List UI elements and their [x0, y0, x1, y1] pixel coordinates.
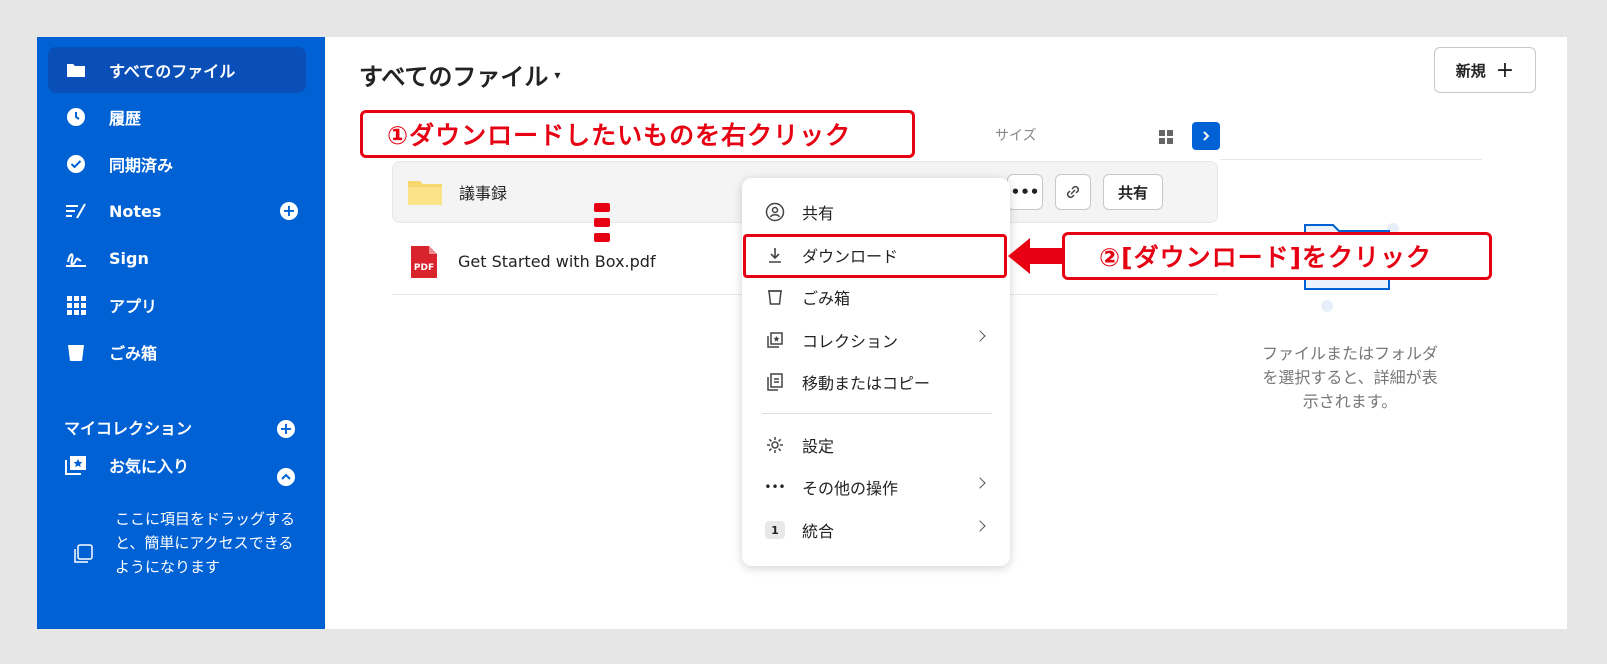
- menu-item-collection[interactable]: コレクション: [742, 320, 1010, 360]
- row-actions: ••• 共有: [1007, 174, 1163, 210]
- svg-text:PDF: PDF: [414, 263, 434, 273]
- details-panel-divider: [1220, 159, 1482, 160]
- chevron-up-icon: [281, 473, 291, 480]
- grid-view-icon[interactable]: [1159, 129, 1173, 148]
- drop-hint-text: ここに項目をドラッグすると、簡単にアクセスできるようになります: [115, 510, 296, 576]
- gear-icon: [764, 436, 786, 454]
- sidebar-item-apps[interactable]: アプリ: [48, 282, 306, 328]
- apps-grid-icon: [65, 294, 87, 316]
- annotation-step2: ②[ダウンロード]をクリック: [1062, 232, 1492, 280]
- plus-icon: +: [1495, 57, 1515, 83]
- file-name[interactable]: 議事録: [459, 180, 507, 204]
- copy-link-button[interactable]: [1055, 174, 1091, 210]
- folder-icon: [65, 59, 87, 81]
- menu-item-label: 設定: [802, 437, 835, 456]
- pdf-file-icon: PDF: [406, 245, 442, 278]
- sidebar-item-label: Notes: [109, 201, 162, 221]
- my-collections-heading: マイコレクション: [64, 419, 193, 438]
- menu-item-label: 共有: [802, 204, 835, 223]
- menu-item-share[interactable]: 共有: [742, 192, 1010, 232]
- annotation-step1: ①ダウンロードしたいものを右クリック: [360, 110, 915, 158]
- more-options-button[interactable]: •••: [1007, 174, 1043, 210]
- menu-item-more-actions[interactable]: ••• その他の操作: [742, 467, 1010, 507]
- menu-item-label: ごみ箱: [802, 289, 851, 308]
- share-button[interactable]: 共有: [1103, 174, 1163, 210]
- sidebar-item-label: お気に入り: [109, 457, 190, 476]
- sidebar-item-label: 同期済み: [109, 156, 174, 175]
- sidebar: すべてのファイル 履歴 同期済み Notes + Sign アプリ ごみ箱 マイ…: [37, 37, 325, 629]
- sidebar-item-synced[interactable]: 同期済み: [48, 141, 306, 187]
- column-header-size[interactable]: サイズ: [995, 125, 1037, 145]
- copy-outline-icon: [73, 543, 95, 569]
- sidebar-item-sign[interactable]: Sign: [48, 235, 306, 281]
- trash-icon: [764, 288, 786, 306]
- sidebar-item-label: アプリ: [109, 297, 158, 316]
- menu-item-label: 統合: [802, 522, 835, 541]
- check-circle-icon: [65, 153, 87, 175]
- sidebar-item-label: すべてのファイル: [109, 62, 236, 81]
- file-name[interactable]: Get Started with Box.pdf: [458, 252, 656, 271]
- trash-icon: [65, 341, 87, 363]
- star-box-icon: [65, 454, 87, 476]
- page-title[interactable]: すべてのファイル ▾: [359, 57, 560, 92]
- sidebar-item-label: ごみ箱: [109, 344, 158, 363]
- sidebar-item-trash[interactable]: ごみ箱: [48, 329, 306, 375]
- annotation-highlight-download: [743, 234, 1007, 278]
- sidebar-item-favorites[interactable]: お気に入り: [48, 442, 306, 488]
- menu-item-label: 移動またはコピー: [802, 374, 931, 393]
- integration-badge-icon: 1: [764, 521, 786, 539]
- page-title-text: すべてのファイル: [359, 63, 549, 91]
- menu-item-label: コレクション: [802, 332, 899, 351]
- sidebar-item-all-files[interactable]: すべてのファイル: [48, 47, 306, 93]
- menu-item-trash[interactable]: ごみ箱: [742, 277, 1010, 317]
- sidebar-item-history[interactable]: 履歴: [48, 94, 306, 140]
- signature-icon: [65, 247, 87, 269]
- collapse-favorites-button[interactable]: [277, 468, 295, 486]
- chevron-right-icon: [974, 477, 986, 489]
- menu-item-integrations[interactable]: 1 統合: [742, 510, 1010, 550]
- annotation-dots: [594, 203, 610, 247]
- details-panel-toggle[interactable]: [1192, 122, 1220, 150]
- copy-icon: [764, 373, 786, 391]
- clock-icon: [65, 106, 87, 128]
- menu-item-settings[interactable]: 設定: [742, 425, 1010, 465]
- collection-icon: [764, 331, 786, 349]
- link-icon: [1066, 185, 1080, 199]
- sidebar-item-label: Sign: [109, 248, 149, 268]
- chevron-right-icon: [974, 330, 986, 342]
- sidebar-item-notes[interactable]: Notes +: [48, 188, 306, 234]
- sidebar-item-label: 履歴: [109, 109, 142, 128]
- menu-divider: [762, 413, 992, 414]
- notes-icon: [65, 200, 87, 222]
- add-collection-button[interactable]: +: [277, 420, 295, 438]
- details-empty-message: ファイルまたはフォルダを選択すると、詳細が表示されます。: [1261, 344, 1438, 411]
- new-button[interactable]: 新規 +: [1434, 47, 1536, 93]
- more-icon: •••: [764, 480, 786, 494]
- app-window: すべてのファイル 履歴 同期済み Notes + Sign アプリ ごみ箱 マイ…: [37, 37, 1567, 629]
- folder-icon: [407, 177, 443, 207]
- integration-count: 1: [765, 521, 785, 539]
- chevron-right-icon: [974, 520, 986, 532]
- new-button-label: 新規: [1455, 61, 1486, 80]
- share-person-icon: [764, 202, 786, 222]
- menu-item-move-copy[interactable]: 移動またはコピー: [742, 362, 1010, 402]
- caret-down-icon: ▾: [554, 67, 561, 82]
- chevron-right-icon: [1203, 131, 1210, 141]
- annotation-arrow-icon: [1008, 236, 1064, 280]
- more-icon: •••: [1010, 183, 1040, 201]
- add-note-button[interactable]: +: [280, 202, 298, 220]
- menu-item-label: その他の操作: [802, 479, 899, 498]
